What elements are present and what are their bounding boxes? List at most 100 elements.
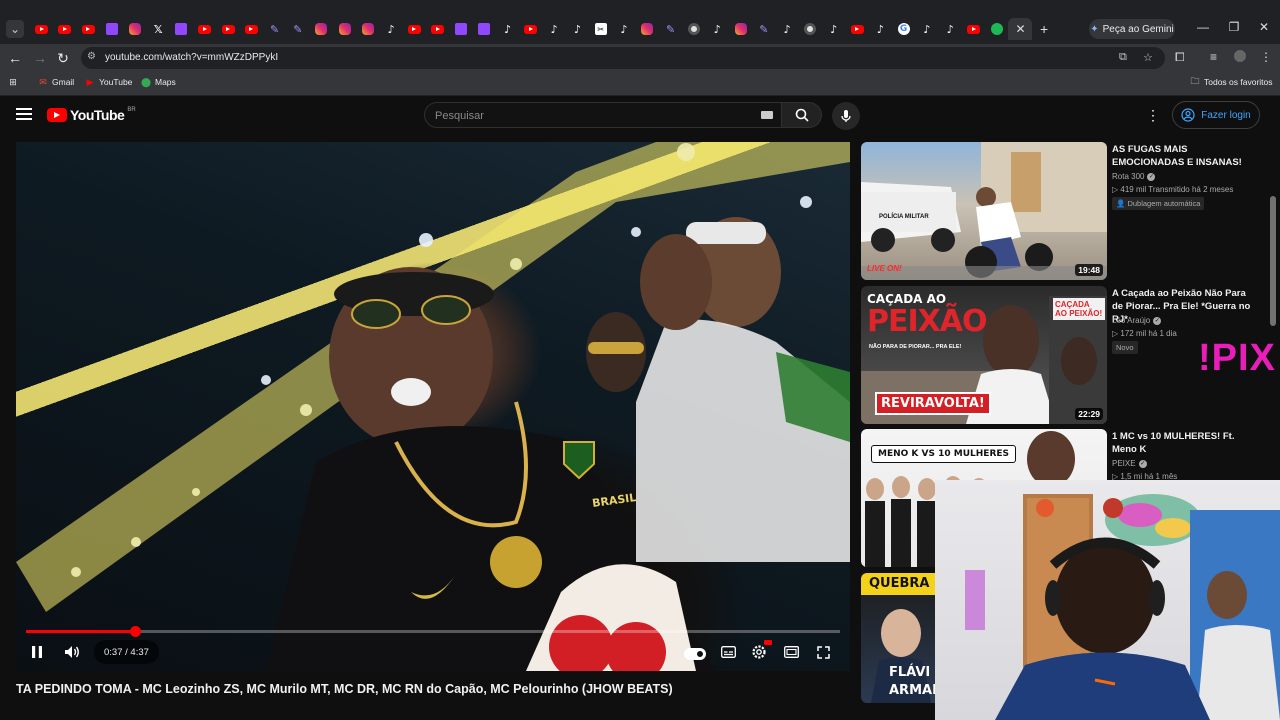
tiktok-icon: ♪ [946, 22, 954, 36]
browser-tab[interactable] [356, 18, 379, 40]
browser-tab[interactable] [123, 18, 146, 40]
browser-tab[interactable]: ♪ [939, 18, 962, 40]
profile-avatar[interactable] [1234, 50, 1246, 62]
video-thumbnail[interactable]: CAÇADA AO PEIXÃO NÃO PARA DE PIORAR... P… [861, 286, 1107, 424]
volume-button[interactable] [62, 643, 82, 661]
browser-tab[interactable]: ♪ [543, 18, 566, 40]
gemini-button[interactable]: ✦ Peça ao Gemini [1089, 19, 1175, 39]
search-input[interactable] [435, 107, 755, 125]
youtube-icon [58, 24, 72, 34]
browser-tab[interactable]: ♪ [822, 18, 845, 40]
browser-tab[interactable] [985, 18, 1008, 40]
restore-icon[interactable]: ❐ [1224, 20, 1244, 34]
minimize-icon[interactable]: — [1193, 20, 1213, 34]
browser-tab[interactable] [77, 18, 100, 40]
recommended-title[interactable]: 1 MC vs 10 MULHERES! Ft. Meno K [1112, 430, 1257, 456]
browser-tab[interactable] [403, 18, 426, 40]
browser-tab[interactable]: ♪ [612, 18, 635, 40]
keyboard-icon[interactable] [761, 111, 773, 119]
browser-tab[interactable]: ♪ [379, 18, 402, 40]
browser-tab[interactable]: ✎ [286, 18, 309, 40]
theater-mode-button[interactable] [782, 643, 800, 661]
media-control-icon[interactable]: ≡ [1210, 50, 1217, 64]
extensions-icon[interactable]: ⧠ [1175, 50, 1185, 65]
badge-label: Dublagem automática [1127, 199, 1201, 208]
browser-tab[interactable] [30, 18, 53, 40]
bookmark-youtube[interactable]: ▶ YouTube [85, 77, 133, 88]
browser-tab[interactable]: ♪ [915, 18, 938, 40]
fullscreen-button[interactable] [814, 643, 832, 661]
close-window-icon[interactable]: ✕ [1254, 20, 1274, 34]
voice-search-button[interactable] [832, 102, 860, 130]
site-info-icon[interactable]: ⚙ [87, 51, 96, 62]
hamburger-menu-icon[interactable] [16, 108, 32, 122]
channel-name[interactable]: Rota 300 ✓ [1112, 172, 1156, 181]
close-tab-icon[interactable]: ✕ [1008, 18, 1033, 40]
recommended-title[interactable]: AS FUGAS MAIS EMOCIONADAS E INSANAS! [1112, 143, 1257, 169]
search-button[interactable] [782, 102, 822, 128]
bookmark-star-icon[interactable]: ☆ [1143, 51, 1153, 64]
browser-tab[interactable] [193, 18, 216, 40]
chrome-menu-icon[interactable]: ⋮ [1260, 50, 1272, 64]
progress-scrubber[interactable] [130, 626, 142, 637]
browser-tab[interactable]: ♪ [869, 18, 892, 40]
browser-tab[interactable] [310, 18, 333, 40]
thumb-caption: MENO K VS 10 MULHERES [871, 445, 1017, 463]
recommended-video[interactable]: POLÍCIA MILITAR LIVE ON! 19:48 AS FUGAS … [861, 142, 1266, 280]
browser-tab[interactable]: ✎ [659, 18, 682, 40]
browser-tab[interactable] [449, 18, 472, 40]
browser-tab[interactable]: ✎ [263, 18, 286, 40]
browser-tab[interactable] [426, 18, 449, 40]
browser-tab[interactable] [170, 18, 193, 40]
browser-tab[interactable]: ♪ [776, 18, 799, 40]
browser-tab[interactable]: ✎ [752, 18, 775, 40]
install-app-icon[interactable]: ⧉ [1119, 51, 1127, 64]
video-player[interactable]: BRASIL 0:37 / 4:37 [16, 142, 850, 671]
more-options-icon[interactable]: ⋮ [1146, 106, 1160, 124]
tiktok-icon: ♪ [573, 22, 581, 36]
browser-tab[interactable]: ♪ [706, 18, 729, 40]
browser-tab[interactable]: 𝕏 [146, 18, 169, 40]
browser-tab[interactable] [729, 18, 752, 40]
apps-grid-icon[interactable]: ⊞ [8, 77, 18, 87]
browser-tab[interactable] [962, 18, 985, 40]
browser-tab[interactable]: G [892, 18, 915, 40]
browser-tab[interactable] [240, 18, 263, 40]
browser-tab[interactable] [682, 18, 705, 40]
youtube-icon [431, 24, 445, 34]
subtitles-button[interactable] [719, 643, 737, 661]
reload-icon[interactable]: ↻ [55, 50, 71, 67]
youtube-logo-icon [47, 108, 67, 122]
scrollbar[interactable] [1270, 196, 1276, 326]
browser-tab[interactable] [333, 18, 356, 40]
tab-search-button[interactable]: ⌄ [6, 20, 24, 38]
autoplay-toggle[interactable] [684, 648, 706, 660]
pause-button[interactable] [28, 643, 46, 661]
bookmark-maps[interactable]: ⬤ Maps [141, 77, 176, 88]
new-tab-icon[interactable]: + [1032, 18, 1055, 40]
browser-tab[interactable] [799, 18, 822, 40]
settings-button[interactable] [750, 640, 772, 661]
browser-tab[interactable] [53, 18, 76, 40]
login-button[interactable]: Fazer login [1172, 101, 1260, 129]
bookmark-gmail[interactable]: ✉ Gmail [38, 77, 74, 88]
channel-name[interactable]: Léo Araújo ✓ [1112, 316, 1162, 325]
browser-tab[interactable] [519, 18, 542, 40]
browser-tab[interactable] [216, 18, 239, 40]
progress-bar[interactable] [26, 626, 840, 637]
address-bar[interactable]: ⚙ youtube.com/watch?v=mmWZzDPPykI ⧉ ☆ [81, 47, 1165, 69]
all-bookmarks-folder[interactable]: 🗀 Todos os favoritos [1190, 76, 1272, 87]
video-thumbnail[interactable]: POLÍCIA MILITAR LIVE ON! 19:48 [861, 142, 1107, 280]
back-icon[interactable]: ← [7, 50, 23, 66]
browser-tab[interactable]: ♪ [566, 18, 589, 40]
feather-icon: ✎ [270, 22, 280, 36]
browser-tab[interactable]: ♪ [496, 18, 519, 40]
browser-tab[interactable] [473, 18, 496, 40]
browser-tab[interactable]: ✂ [589, 18, 612, 40]
channel-name[interactable]: PEIXE ✓ [1112, 459, 1147, 468]
youtube-logo[interactable]: YouTube BR [47, 107, 136, 123]
browser-tab[interactable] [845, 18, 868, 40]
forward-icon[interactable]: → [32, 50, 48, 66]
browser-tab[interactable] [100, 18, 123, 40]
browser-tab[interactable] [636, 18, 659, 40]
